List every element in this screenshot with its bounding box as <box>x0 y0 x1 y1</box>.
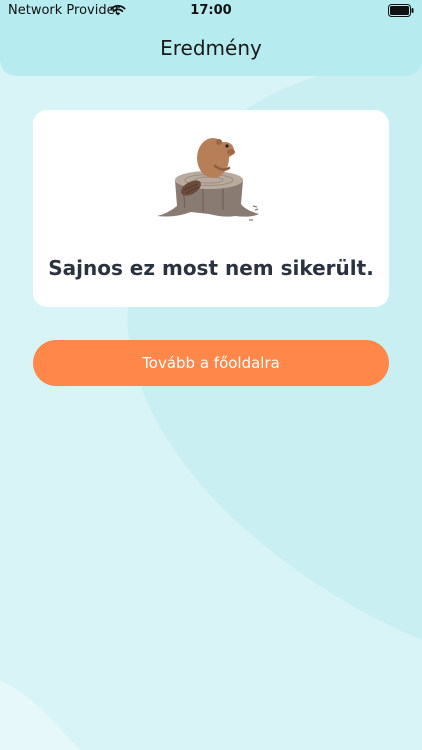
result-card: Sajnos ez most nem sikerült. <box>33 110 389 307</box>
beaver-on-stump-illustration <box>157 138 259 221</box>
result-message: Sajnos ez most nem sikerült. <box>48 256 374 280</box>
page-title: Eredmény <box>160 36 262 60</box>
battery-icon <box>388 4 414 17</box>
clock: 17:00 <box>190 3 232 18</box>
status-bar: Network Provider 17:00 <box>0 0 422 22</box>
go-to-home-button[interactable]: Tovább a főoldalra <box>33 340 389 386</box>
